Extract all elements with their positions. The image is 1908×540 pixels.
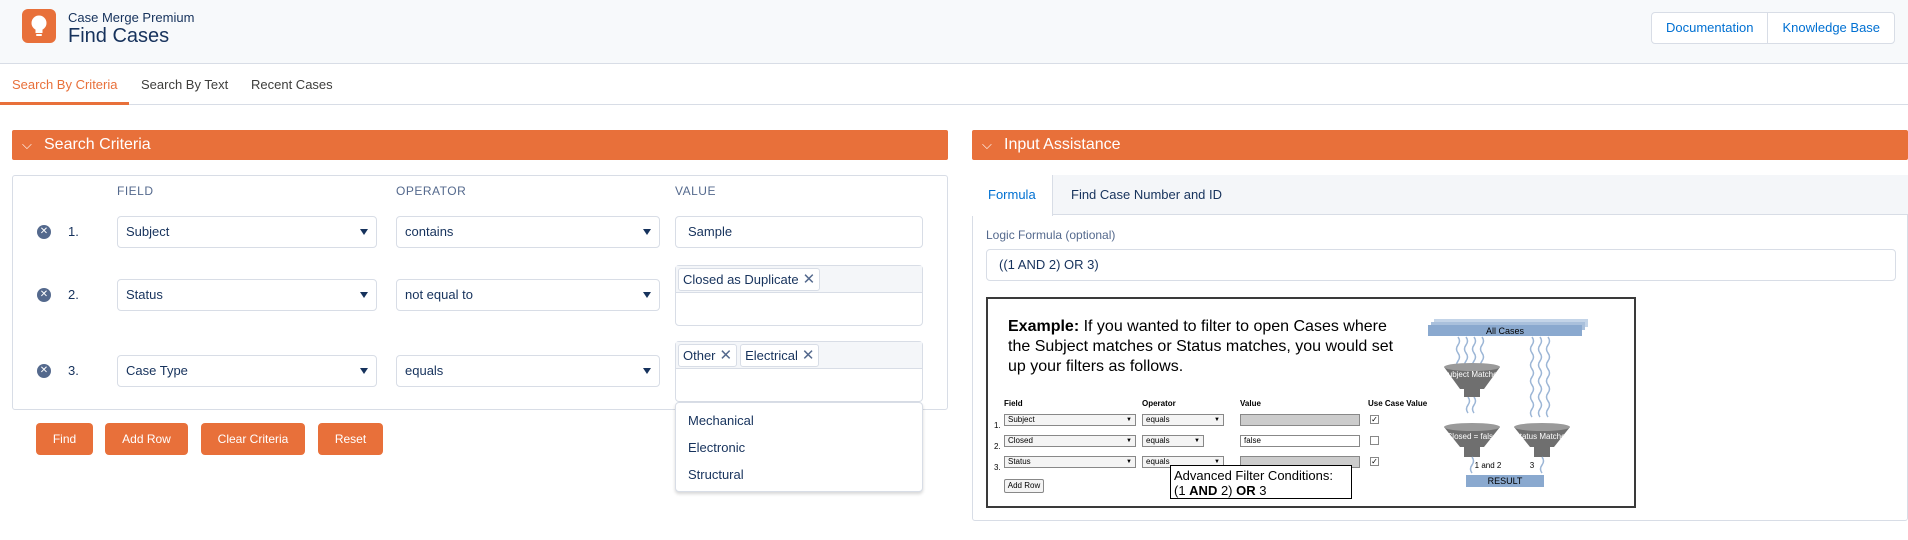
app-subtitle: Case Merge Premium xyxy=(68,10,195,25)
example-field-select: Subject ▼ xyxy=(1004,414,1136,426)
operator-select[interactable]: equals xyxy=(396,355,660,387)
input-assistance-tabs: Formula Find Case Number and ID xyxy=(972,175,1908,216)
input-assistance-title: Input Assistance xyxy=(1004,136,1121,153)
field-select[interactable]: Subject xyxy=(117,216,377,248)
example-image: Example: If you wanted to filter to open… xyxy=(986,297,1636,508)
example-operator-select: equals ▼ xyxy=(1142,414,1224,426)
tab-find-case-number[interactable]: Find Case Number and ID xyxy=(1055,175,1238,215)
example-value-input: false xyxy=(1240,435,1360,447)
caret-down-icon xyxy=(360,292,368,298)
value-input[interactable]: Sample xyxy=(675,216,923,248)
column-header-operator: OPERATOR xyxy=(396,184,467,198)
value-pill[interactable]: Closed as Duplicate ✕ xyxy=(678,268,821,291)
all-cases-label: All Cases xyxy=(1486,326,1525,336)
remove-row-icon[interactable]: ✕ xyxy=(37,288,51,302)
example-checkbox xyxy=(1370,436,1379,445)
row-number: 1. xyxy=(68,224,79,239)
remove-row-icon[interactable]: ✕ xyxy=(37,364,51,378)
value-multiselect[interactable]: Other ✕ Electrical ✕ xyxy=(675,341,923,402)
example-col-operator: Operator xyxy=(1142,399,1176,408)
tab-search-by-criteria[interactable]: Search By Criteria xyxy=(0,65,130,105)
caret-down-icon xyxy=(360,368,368,374)
column-header-value: VALUE xyxy=(675,184,716,198)
example-col-field: Field xyxy=(1004,399,1023,408)
page-title: Find Cases xyxy=(68,25,170,47)
value-pill[interactable]: Other ✕ xyxy=(678,344,738,367)
example-field-select: Closed ▼ xyxy=(1004,435,1136,447)
close-icon[interactable]: ✕ xyxy=(803,269,816,290)
caret-down-icon xyxy=(643,368,651,374)
logic-formula-input[interactable]: ((1 AND 2) OR 3) xyxy=(986,249,1896,281)
lightbulb-icon xyxy=(22,9,56,43)
search-criteria-header[interactable]: ⌵ Search Criteria xyxy=(12,130,948,160)
funnel-status-label: Status Matches xyxy=(1514,432,1569,441)
row-number: 2. xyxy=(68,287,79,302)
example-operator-select: equals ▼ xyxy=(1142,435,1204,447)
example-add-row-button: Add Row xyxy=(1004,479,1044,493)
tab-formula[interactable]: Formula xyxy=(972,175,1053,216)
chevron-down-icon: ⌵ xyxy=(22,137,32,152)
knowledge-base-button[interactable]: Knowledge Base xyxy=(1767,13,1894,43)
example-col-value: Value xyxy=(1240,399,1261,408)
find-button[interactable]: Find xyxy=(36,423,93,455)
funnel-subject-label: Subject Matches xyxy=(1442,370,1501,379)
advanced-filter-conditions: Advanced Filter Conditions: (1 AND 2) OR… xyxy=(1170,465,1352,499)
remove-row-icon[interactable]: ✕ xyxy=(37,225,51,239)
value-multiselect[interactable]: Closed as Duplicate ✕ xyxy=(675,265,923,326)
example-value-input xyxy=(1240,414,1360,426)
dropdown-option[interactable]: Structural xyxy=(688,467,744,482)
filter-funnel-diagram: All Cases Subject Matches Closed = false… xyxy=(1428,319,1588,487)
example-col-use-case-value: Use Case Value xyxy=(1368,399,1428,408)
label-1-and-2: 1 and 2 xyxy=(1475,461,1502,470)
close-icon[interactable]: ✕ xyxy=(802,345,815,366)
example-checkbox: ✓ xyxy=(1370,457,1379,466)
column-header-field: FIELD xyxy=(117,184,154,198)
page-header: Case Merge Premium Find Cases Documentat… xyxy=(0,0,1908,64)
pill-container: Other ✕ Electrical ✕ xyxy=(676,342,922,369)
dropdown-option[interactable]: Electronic xyxy=(688,440,745,455)
example-text: Example: If you wanted to filter to open… xyxy=(1008,318,1394,375)
caret-down-icon xyxy=(360,229,368,235)
operator-select[interactable]: not equal to xyxy=(396,279,660,311)
documentation-button[interactable]: Documentation xyxy=(1652,13,1767,43)
example-checkbox: ✓ xyxy=(1370,415,1379,424)
caret-down-icon xyxy=(643,229,651,235)
label-3: 3 xyxy=(1530,461,1535,470)
value-pill[interactable]: Electrical ✕ xyxy=(740,344,820,367)
tab-recent-cases[interactable]: Recent Cases xyxy=(239,65,345,105)
funnel-closed-label: Closed = false xyxy=(1447,432,1498,441)
dropdown-option[interactable]: Mechanical xyxy=(688,413,754,428)
header-button-group: Documentation Knowledge Base xyxy=(1651,12,1896,44)
input-assistance-header[interactable]: ⌵ Input Assistance xyxy=(972,130,1908,160)
example-field-select: Status ▼ xyxy=(1004,456,1136,468)
caret-down-icon xyxy=(643,292,651,298)
tab-search-by-text[interactable]: Search By Text xyxy=(129,65,240,105)
clear-criteria-button[interactable]: Clear Criteria xyxy=(201,423,305,455)
operator-select[interactable]: contains xyxy=(396,216,660,248)
chevron-down-icon: ⌵ xyxy=(982,137,992,152)
field-select[interactable]: Case Type xyxy=(117,355,377,387)
row-number: 3. xyxy=(68,363,79,378)
value-dropdown: Mechanical Electronic Structural xyxy=(675,402,923,492)
pill-container: Closed as Duplicate ✕ xyxy=(676,266,922,293)
reset-button[interactable]: Reset xyxy=(318,423,383,455)
field-select[interactable]: Status xyxy=(117,279,377,311)
search-criteria-title: Search Criteria xyxy=(44,136,151,153)
example-row-number: 1. xyxy=(994,421,1001,430)
main-tabs: Search By Criteria Search By Text Recent… xyxy=(0,65,1908,105)
example-row-number: 2. xyxy=(994,442,1001,451)
add-row-button[interactable]: Add Row xyxy=(105,423,188,455)
example-row-number: 3. xyxy=(994,463,1001,472)
result-label: RESULT xyxy=(1488,476,1523,486)
close-icon[interactable]: ✕ xyxy=(720,345,733,366)
logic-formula-label: Logic Formula (optional) xyxy=(986,228,1116,242)
